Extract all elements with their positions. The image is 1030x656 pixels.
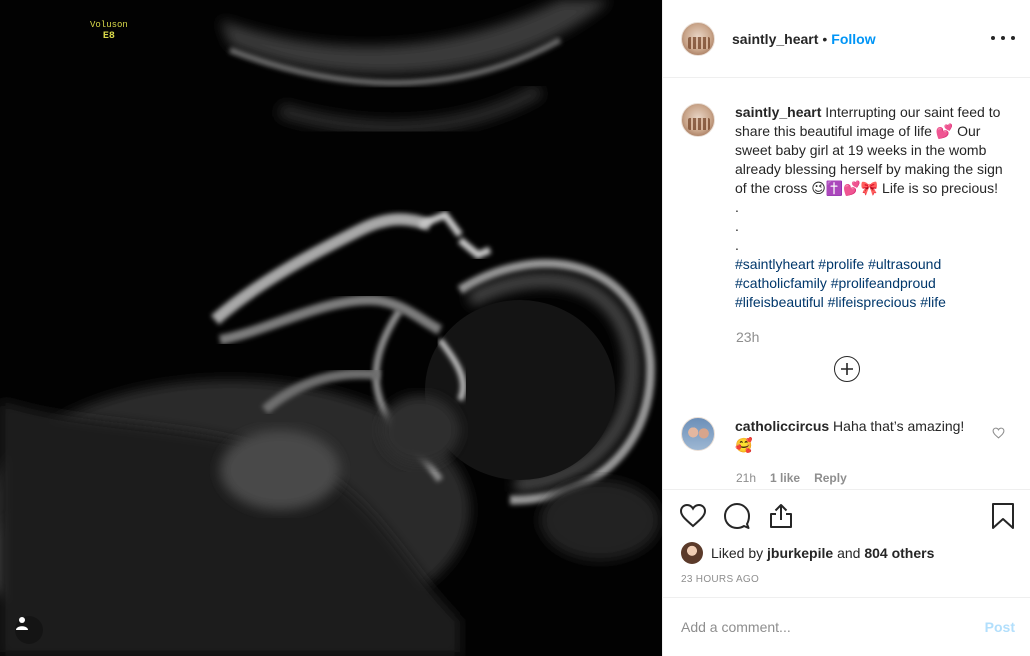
load-more-comments-button[interactable] (834, 356, 860, 382)
comment-input[interactable] (681, 619, 985, 635)
add-comment-bar: Post (663, 597, 1030, 656)
tagged-users-button[interactable] (15, 616, 43, 644)
commenter-avatar[interactable] (681, 417, 715, 451)
separator-dot: • (822, 30, 828, 47)
avatar[interactable] (681, 21, 715, 56)
share-icon[interactable] (767, 502, 795, 530)
liker-avatar[interactable] (681, 542, 703, 564)
caption-dot-line: . (735, 237, 739, 253)
hashtag-link[interactable]: #saintlyheart (735, 256, 814, 272)
caption-body: Interrupting our saint feed to share thi… (735, 104, 1003, 215)
post-timestamp[interactable]: 23 HOURS AGO (681, 574, 759, 585)
comment-bubble-icon[interactable] (723, 502, 751, 530)
caption-username[interactable]: saintly_heart (735, 104, 821, 120)
caption: saintly_heart Interrupting our saint fee… (681, 103, 1005, 312)
post-comment-button[interactable]: Post (985, 619, 1015, 635)
action-icons (679, 502, 795, 530)
comment-item: catholiccircus Haha that’s amazing! 🥰 (681, 417, 975, 455)
reply-button[interactable]: Reply (814, 471, 847, 485)
hashtag-link[interactable]: #prolife (818, 256, 864, 272)
post-side-panel: saintly_heart • Follow saintly_heart Int… (662, 0, 1030, 656)
hashtag-link[interactable]: #lifeisbeautiful (735, 294, 824, 310)
plus-circle-icon (841, 363, 853, 375)
hashtag-link[interactable]: #ultrasound (868, 256, 941, 272)
heart-icon (992, 427, 1005, 439)
likes-summary: Liked by jburkepile and 804 others (681, 542, 934, 564)
comment-text: catholiccircus Haha that’s amazing! 🥰 (735, 417, 975, 455)
likes-conjunction: and (837, 545, 861, 561)
hashtags: #saintlyheart #prolife #ultrasound #cath… (735, 256, 946, 310)
hashtag-link[interactable]: #life (920, 294, 946, 310)
more-options-icon[interactable] (991, 28, 1015, 48)
heart-icon[interactable] (679, 502, 707, 530)
caption-time[interactable]: 23h (736, 329, 759, 345)
bookmark-icon[interactable] (991, 502, 1015, 530)
hashtag-link[interactable]: #catholicfamily (735, 275, 827, 291)
hashtag-link[interactable]: #prolifeandproud (831, 275, 936, 291)
author-username[interactable]: saintly_heart (732, 31, 818, 47)
comment-time[interactable]: 21h (736, 471, 756, 485)
comments-section[interactable]: saintly_heart Interrupting our saint fee… (663, 79, 1030, 489)
device-label: Voluson E8 (90, 20, 128, 42)
post-image[interactable]: Voluson E8 (0, 0, 662, 656)
caption-text: saintly_heart Interrupting our saint fee… (735, 103, 1005, 312)
follow-button[interactable]: Follow (831, 31, 875, 47)
ultrasound-image (0, 0, 662, 656)
post-header: saintly_heart • Follow (663, 0, 1030, 78)
comment-likes[interactable]: 1 like (770, 471, 800, 485)
caption-avatar[interactable] (681, 103, 715, 137)
device-brand: Voluson (90, 20, 128, 30)
likes-prefix: Liked by (711, 545, 764, 561)
like-comment-button[interactable] (992, 426, 1005, 444)
hashtag-link[interactable]: #lifeisprecious (828, 294, 917, 310)
user-icon (16, 617, 28, 630)
likes-others-link[interactable]: 804 others (864, 545, 934, 561)
comment-meta: 21h 1 like Reply (736, 471, 847, 485)
post-actions: Liked by jburkepile and 804 others 23 HO… (663, 489, 1030, 597)
caption-dot-line: . (735, 218, 739, 234)
liker-username[interactable]: jburkepile (767, 545, 833, 561)
commenter-username[interactable]: catholiccircus (735, 418, 829, 434)
device-model: E8 (102, 31, 115, 42)
